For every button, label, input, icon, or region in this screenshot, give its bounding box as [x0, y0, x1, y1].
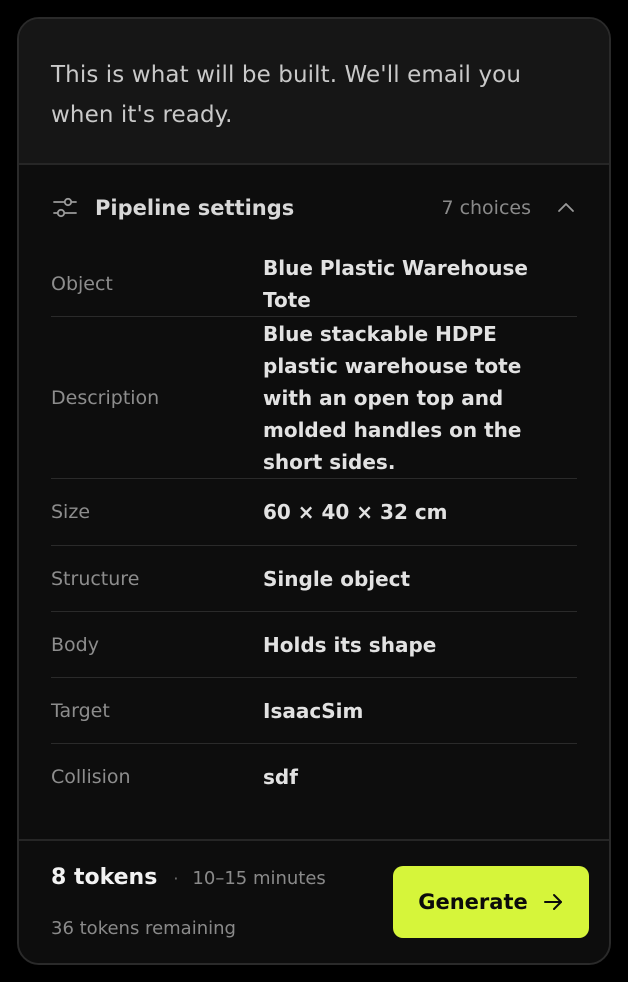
- tokens-remaining: 36 tokens remaining: [51, 918, 236, 939]
- setting-label: Collision: [51, 766, 131, 788]
- token-cost: 8 tokens: [51, 865, 158, 890]
- setting-value: Blue Plastic Warehouse Tote: [263, 255, 528, 312]
- settings-title: Pipeline settings: [95, 196, 295, 220]
- arrow-right-icon: [542, 891, 564, 913]
- intro-text: This is what will be built. We'll email …: [51, 62, 522, 128]
- separator-dot: ·: [173, 869, 179, 888]
- setting-value: Blue stackable HDPE plastic warehouse to…: [263, 321, 522, 474]
- sliders-icon: [51, 194, 79, 222]
- setting-row-collision: Collision sdf: [51, 744, 577, 810]
- setting-label: Description: [51, 386, 160, 409]
- setting-label: Structure: [51, 567, 140, 590]
- setting-row-object: Object Blue Plastic Warehouse Tote: [51, 251, 577, 317]
- settings-table: Object Blue Plastic Warehouse Tote Descr…: [51, 251, 577, 810]
- setting-label: Body: [51, 633, 99, 656]
- setting-value: IsaacSim: [263, 698, 364, 723]
- setting-value: 60 × 40 × 32 cm: [263, 500, 448, 524]
- setting-label: Object: [51, 272, 113, 295]
- intro-section: This is what will be built. We'll email …: [19, 19, 609, 165]
- setting-row-size: Size 60 × 40 × 32 cm: [51, 479, 577, 546]
- generate-label: Generate: [418, 890, 528, 914]
- setting-value: Holds its shape: [263, 632, 437, 657]
- chevron-up-icon[interactable]: [555, 197, 577, 219]
- setting-value: sdf: [263, 765, 298, 789]
- setting-row-description: Description Blue stackable HDPE plastic …: [51, 317, 577, 479]
- setting-row-body: Body Holds its shape: [51, 612, 577, 678]
- cost-line: 8 tokens · 10–15 minutes: [51, 865, 326, 890]
- footer: 8 tokens · 10–15 minutes 36 tokens remai…: [19, 839, 609, 963]
- setting-row-target: Target IsaacSim: [51, 678, 577, 744]
- build-summary-card: This is what will be built. We'll email …: [17, 17, 611, 965]
- estimated-duration: 10–15 minutes: [192, 868, 326, 889]
- choices-count: 7 choices: [441, 197, 531, 219]
- setting-label: Size: [51, 501, 91, 523]
- setting-label: Target: [51, 699, 110, 722]
- generate-button[interactable]: Generate: [393, 866, 589, 938]
- pipeline-settings-toggle[interactable]: Pipeline settings 7 choices: [19, 165, 609, 251]
- setting-row-structure: Structure Single object: [51, 546, 577, 612]
- setting-value: Single object: [263, 566, 411, 591]
